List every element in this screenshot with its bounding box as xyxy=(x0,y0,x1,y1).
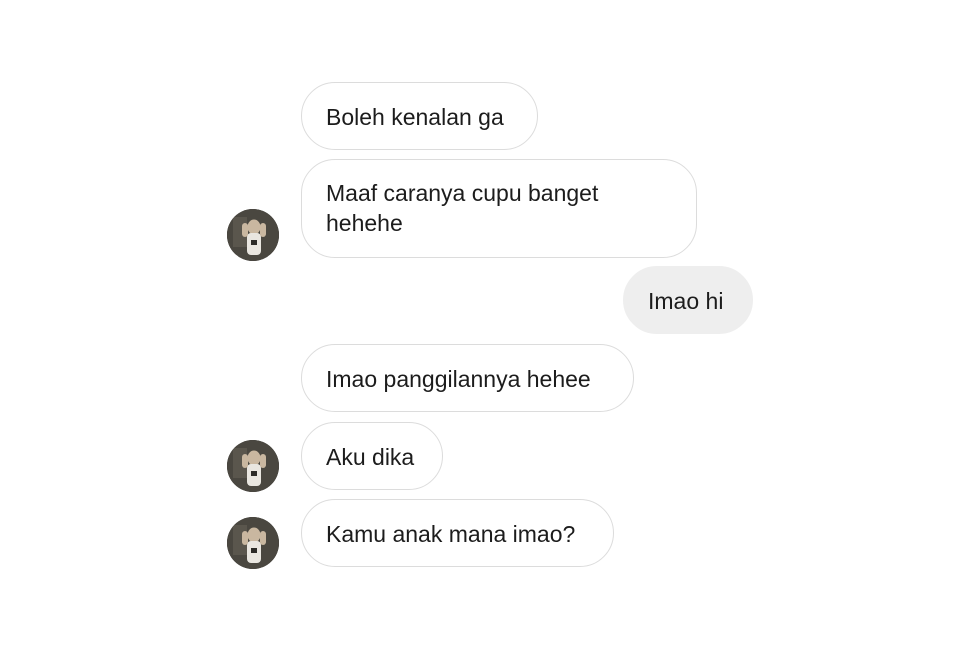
incoming-message[interactable]: Kamu anak mana imao? xyxy=(301,499,614,567)
message-text: Boleh kenalan ga xyxy=(326,104,504,130)
contact-avatar-icon xyxy=(227,209,279,261)
contact-avatar-icon xyxy=(227,440,279,492)
message-text: Imao hi xyxy=(648,288,724,314)
contact-avatar-icon xyxy=(227,517,279,569)
incoming-message[interactable]: Imao panggilannya hehee xyxy=(301,344,634,412)
message-text: Imao panggilannya hehee xyxy=(326,366,591,392)
outgoing-message[interactable]: Imao hi xyxy=(623,266,753,334)
message-text: Kamu anak mana imao? xyxy=(326,521,576,547)
contact-avatar[interactable] xyxy=(227,517,279,569)
contact-avatar[interactable] xyxy=(227,209,279,261)
chat-thread: Boleh kenalan ga Maaf caranya cupu bange… xyxy=(0,0,974,649)
message-text: Maaf caranya cupu banget hehehe xyxy=(326,180,599,236)
incoming-message[interactable]: Boleh kenalan ga xyxy=(301,82,538,150)
contact-avatar[interactable] xyxy=(227,440,279,492)
incoming-message[interactable]: Aku dika xyxy=(301,422,443,490)
incoming-message[interactable]: Maaf caranya cupu banget hehehe xyxy=(301,159,697,258)
message-text: Aku dika xyxy=(326,444,415,470)
